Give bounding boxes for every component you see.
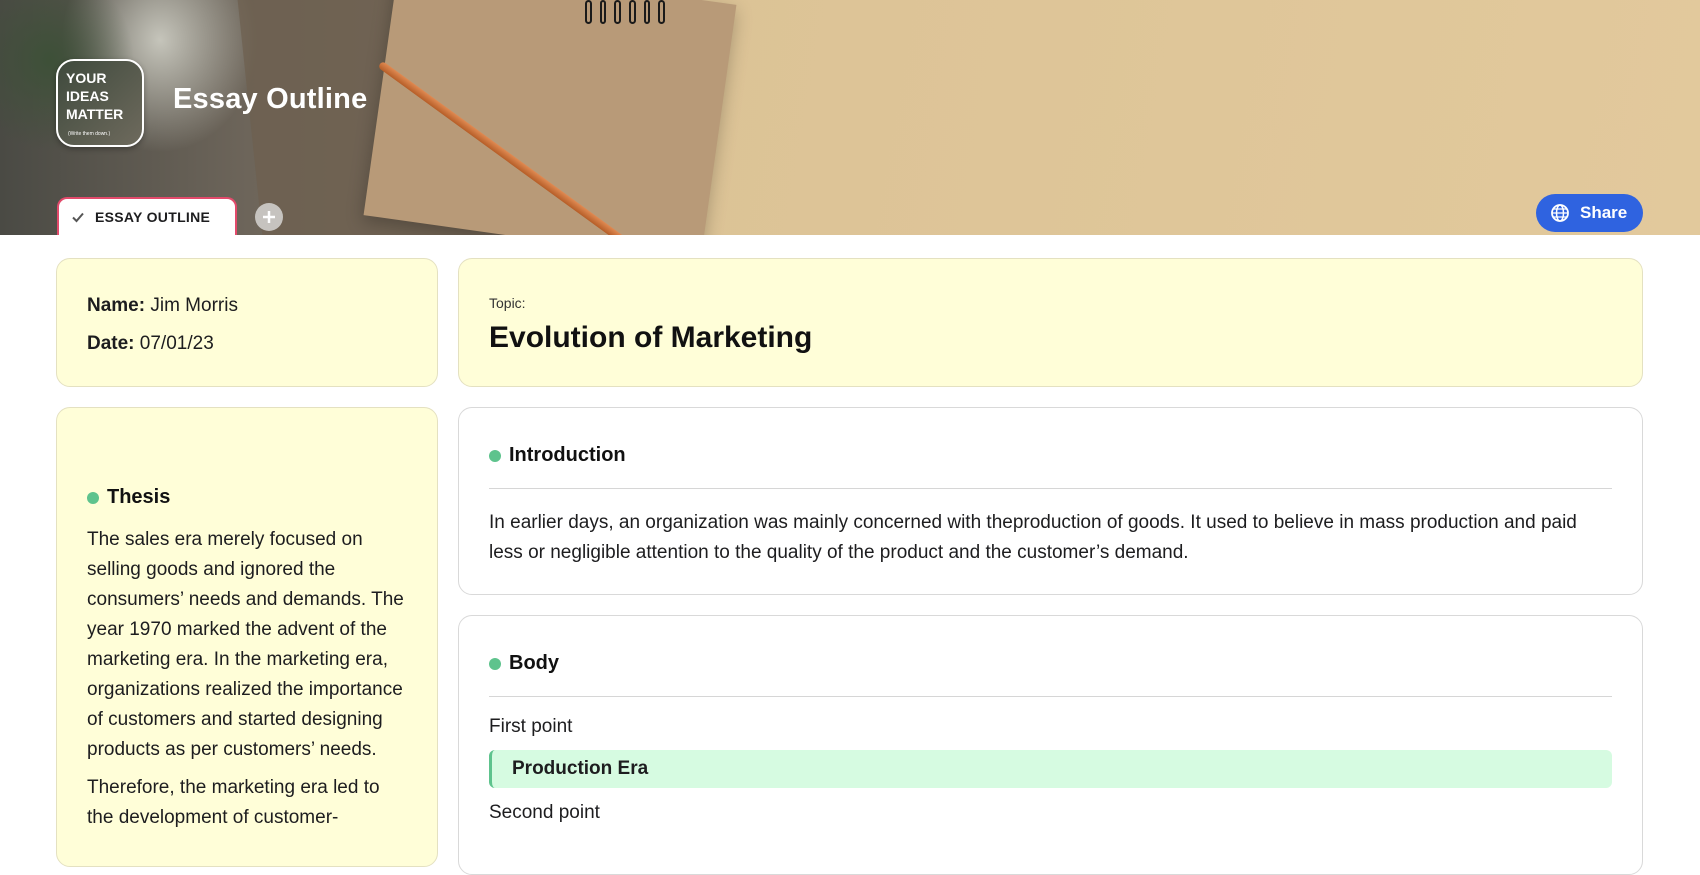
introduction-heading: Introduction	[489, 444, 1612, 467]
introduction-card: Introduction In earlier days, an organiz…	[458, 407, 1643, 595]
name-label: Name:	[87, 295, 146, 316]
body-heading-text: Body	[509, 652, 559, 674]
share-button[interactable]: Share	[1536, 194, 1643, 232]
thesis-paragraph-2[interactable]: Therefore, the marketing era led to the …	[87, 773, 407, 833]
page-title: Essay Outline	[173, 83, 368, 115]
header-banner: YOUR IDEAS MATTER (Write them down.) Ess…	[0, 0, 1700, 235]
body-card: Body First point Production Era Second p…	[458, 615, 1643, 875]
banner-spiral	[585, 0, 666, 24]
topic-value[interactable]: Evolution of Marketing	[489, 321, 1612, 355]
check-icon	[72, 212, 84, 223]
thesis-heading-text: Thesis	[107, 486, 171, 508]
app-logo: YOUR IDEAS MATTER (Write them down.)	[56, 59, 144, 147]
date-row: Date: 07/01/23	[87, 333, 407, 355]
student-info-card: Name: Jim Morris Date: 07/01/23	[56, 258, 438, 387]
tab-essay-outline[interactable]: ESSAY OUTLINE	[57, 197, 237, 235]
banner-notebook	[363, 0, 737, 235]
divider	[489, 696, 1612, 697]
plus-icon	[263, 211, 275, 223]
date-value[interactable]: 07/01/23	[140, 333, 214, 354]
topic-label: Topic:	[489, 295, 526, 311]
tab-label: ESSAY OUTLINE	[95, 209, 211, 225]
body-heading: Body	[489, 652, 1612, 675]
name-value[interactable]: Jim Morris	[150, 295, 238, 316]
status-dot-icon	[489, 449, 501, 462]
logo-line-4: (Write them down.)	[68, 131, 110, 137]
second-point-label: Second point	[489, 802, 600, 823]
first-point-value[interactable]: Production Era	[489, 750, 1612, 788]
logo-line-3: MATTER	[66, 106, 123, 122]
introduction-heading-text: Introduction	[509, 444, 626, 466]
date-label: Date:	[87, 333, 135, 354]
share-label: Share	[1580, 203, 1628, 222]
add-tab-button[interactable]	[255, 203, 283, 231]
divider	[489, 488, 1612, 489]
thesis-heading: Thesis	[87, 486, 407, 509]
globe-icon	[1551, 204, 1569, 222]
introduction-text[interactable]: In earlier days, an organization was mai…	[489, 508, 1612, 568]
logo-line-2: IDEAS	[66, 88, 109, 104]
first-point-label: First point	[489, 716, 573, 737]
thesis-paragraph-1[interactable]: The sales era merely focused on selling …	[87, 525, 407, 765]
topic-card: Topic: Evolution of Marketing	[458, 258, 1643, 387]
name-row: Name: Jim Morris	[87, 295, 407, 317]
thesis-card: Thesis The sales era merely focused on s…	[56, 407, 438, 867]
status-dot-icon	[87, 491, 99, 504]
logo-line-1: YOUR	[66, 70, 106, 86]
status-dot-icon	[489, 657, 501, 670]
